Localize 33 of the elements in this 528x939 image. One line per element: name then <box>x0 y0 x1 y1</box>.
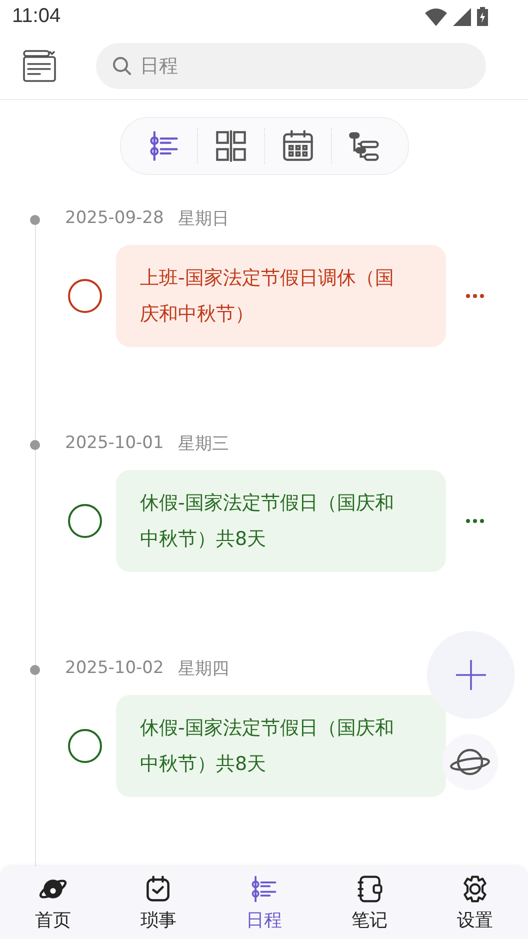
list-menu-icon[interactable] <box>22 50 56 82</box>
complete-checkbox[interactable] <box>68 279 102 313</box>
more-icon[interactable] <box>466 294 484 298</box>
weekday-label: 星期日 <box>178 208 229 230</box>
complete-checkbox[interactable] <box>68 504 102 538</box>
grid-icon <box>214 129 248 163</box>
status-time: 11:04 <box>12 5 61 28</box>
gantt-icon <box>348 129 382 163</box>
weekday-label: 星期四 <box>178 658 229 680</box>
nav-tab[interactable]: 笔记 <box>316 866 422 939</box>
date-label: 2025-09-28 <box>65 208 164 228</box>
timeline-dot <box>30 440 40 450</box>
weekday-label: 星期三 <box>178 432 229 454</box>
nav-tab[interactable]: 日程 <box>211 866 317 939</box>
wifi-icon <box>425 8 447 26</box>
nav-tab[interactable]: 首页 <box>0 866 106 939</box>
timeline-dot <box>30 215 40 225</box>
calendar-icon <box>280 129 314 163</box>
event-card[interactable]: 上班-国家法定节假日调休（国庆和中秋节） <box>116 245 446 347</box>
search-field[interactable]: 日程 <box>96 43 486 89</box>
date-label: 2025-10-01 <box>65 433 164 453</box>
complete-checkbox[interactable] <box>68 729 102 763</box>
event-card[interactable]: 休假-国家法定节假日（国庆和中秋节）共8天 <box>116 470 446 572</box>
date-label: 2025-10-02 <box>65 658 164 678</box>
search-icon <box>112 56 132 76</box>
battery-icon <box>477 7 488 26</box>
timeline-dot <box>30 665 40 675</box>
plus-icon <box>455 659 487 691</box>
nav-tab[interactable]: 琐事 <box>106 866 212 939</box>
more-icon[interactable] <box>466 519 484 523</box>
event-card[interactable]: 休假-国家法定节假日（国庆和中秋节）共8天 <box>116 695 446 797</box>
nav-tab[interactable]: 设置 <box>422 866 528 939</box>
signal-icon <box>453 8 471 26</box>
